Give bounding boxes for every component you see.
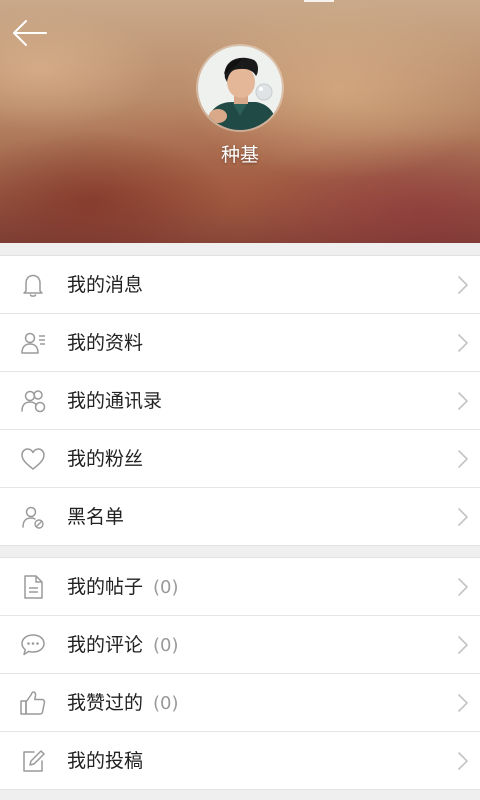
document-icon	[24, 575, 43, 599]
heart-icon	[21, 448, 45, 470]
chevron-right-icon	[458, 450, 468, 468]
thumbs-up-icon	[20, 691, 46, 715]
menu-item-profile[interactable]: 我的资料	[0, 314, 480, 372]
menu-item-messages[interactable]: 我的消息	[0, 256, 480, 314]
avatar[interactable]	[198, 46, 282, 130]
back-button[interactable]	[8, 16, 54, 52]
menu-item-label: 我的通讯录	[67, 390, 163, 412]
menu-item-label: 我的消息	[67, 274, 144, 296]
edit-icon	[23, 750, 45, 772]
menu-item-title: 我赞过的	[67, 692, 144, 714]
user-avatar-photo-icon	[198, 46, 282, 130]
chevron-right-icon	[458, 334, 468, 352]
menu-item-label: 我的帖子 (0)	[67, 558, 179, 617]
chevron-right-icon	[458, 276, 468, 294]
menu-item-count: (0)	[153, 635, 179, 656]
menu-item-label: 我的评论 (0)	[67, 616, 179, 675]
menu-group-activity: 我的帖子 (0) 我的评论 (0) 我赞过的 (0) 我的投稿	[0, 557, 480, 790]
menu-item-contacts[interactable]: 我的通讯录	[0, 372, 480, 430]
blocked-user-icon	[22, 506, 44, 529]
menu-item-comments[interactable]: 我的评论 (0)	[0, 616, 480, 674]
bell-icon	[23, 274, 43, 297]
chevron-right-icon	[458, 694, 468, 712]
username: 种基	[220, 144, 259, 166]
back-arrow-icon	[13, 20, 47, 46]
chevron-right-icon	[458, 578, 468, 596]
menu-item-fans[interactable]: 我的粉丝	[0, 430, 480, 488]
menu-group-account: 我的消息 我的资料 我的通讯录 我的粉丝 黑名单	[0, 255, 480, 546]
menu-item-label: 我的投稿	[67, 750, 144, 772]
menu-item-blacklist[interactable]: 黑名单	[0, 488, 480, 545]
menu-item-label: 黑名单	[67, 506, 125, 528]
chevron-right-icon	[458, 392, 468, 410]
comment-icon	[21, 634, 45, 656]
menu-item-liked[interactable]: 我赞过的 (0)	[0, 674, 480, 732]
profile-header: 种基	[0, 0, 480, 243]
menu-item-title: 我的帖子	[67, 576, 144, 598]
menu-item-submissions[interactable]: 我的投稿	[0, 732, 480, 789]
menu-item-count: (0)	[153, 577, 179, 598]
chevron-right-icon	[458, 508, 468, 526]
status-indicator	[304, 0, 334, 2]
chevron-right-icon	[458, 636, 468, 654]
menu-item-label: 我的粉丝	[67, 448, 144, 470]
menu-item-label: 我的资料	[67, 332, 144, 354]
menu-item-label: 我赞过的 (0)	[67, 674, 179, 733]
profile-card-icon	[21, 332, 45, 354]
menu-item-posts[interactable]: 我的帖子 (0)	[0, 558, 480, 616]
menu-item-title: 我的评论	[67, 634, 144, 656]
menu-item-count: (0)	[153, 693, 179, 714]
contacts-icon	[21, 390, 46, 413]
chevron-right-icon	[458, 752, 468, 770]
